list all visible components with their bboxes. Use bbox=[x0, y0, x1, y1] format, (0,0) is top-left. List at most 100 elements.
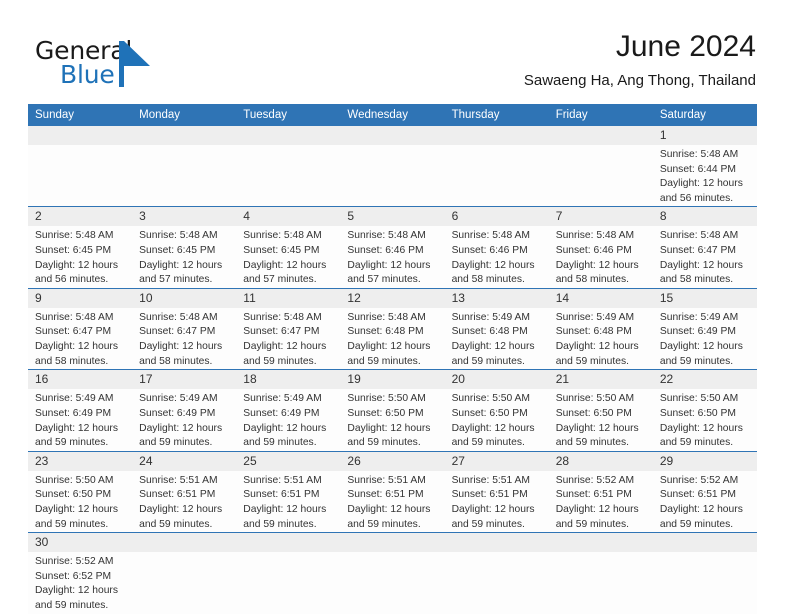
calendar-day-cell[interactable]: 27 Sunrise: 5:51 AM Sunset: 6:51 PM Dayligh… bbox=[444, 451, 549, 534]
day-number: 20 bbox=[444, 370, 549, 390]
calendar-day-cell[interactable]: 13 Sunrise: 5:49 AM Sunset: 6:48 PM Dayligh… bbox=[444, 288, 549, 371]
calendar-day-cell[interactable]: 12 Sunrise: 5:48 AM Sunset: 6:48 PM Dayligh… bbox=[340, 288, 445, 371]
sunset-text: Sunset: 6:46 PM bbox=[347, 245, 424, 257]
calendar-day-cell[interactable]: 6 Sunrise: 5:48 AM Sunset: 6:46 PM Daylight… bbox=[444, 206, 549, 289]
brand-logo[interactable]: General Blue bbox=[35, 38, 265, 94]
calendar-day-cell[interactable]: 26 Sunrise: 5:51 AM Sunset: 6:51 PM Dayligh… bbox=[340, 451, 445, 534]
calendar-day-cell[interactable]: 21 Sunrise: 5:50 AM Sunset: 6:50 PM Dayligh… bbox=[548, 369, 653, 452]
daylight-text-line1: Daylight: 12 hours bbox=[555, 341, 639, 353]
calendar-day-cell[interactable]: 14 Sunrise: 5:49 AM Sunset: 6:48 PM Dayligh… bbox=[548, 288, 653, 371]
calendar-day-cell[interactable]: 7 Sunrise: 5:48 AM Sunset: 6:46 PM Daylight… bbox=[548, 206, 653, 289]
calendar-day-cell[interactable]: 18 Sunrise: 5:49 AM Sunset: 6:49 PM Dayligh… bbox=[236, 369, 341, 452]
calendar-day-cell-empty bbox=[652, 532, 757, 614]
day-details: Sunrise: 5:52 AM Sunset: 6:51 PM Daylight:… bbox=[653, 471, 757, 532]
daylight-text-line1: Daylight: 12 hours bbox=[659, 341, 743, 353]
daylight-text-line2: and 59 minutes. bbox=[555, 518, 629, 530]
calendar-day-cell[interactable]: 15 Sunrise: 5:49 AM Sunset: 6:49 PM Dayligh… bbox=[652, 288, 757, 371]
calendar-day-cell[interactable]: 23 Sunrise: 5:50 AM Sunset: 6:50 PM Dayligh… bbox=[28, 451, 133, 534]
sunset-text: Sunset: 6:47 PM bbox=[659, 245, 736, 257]
daylight-text-line2: and 59 minutes. bbox=[139, 518, 213, 530]
day-details: Sunrise: 5:49 AM Sunset: 6:49 PM Daylight:… bbox=[132, 389, 236, 450]
daylight-text-line2: and 59 minutes. bbox=[451, 437, 525, 449]
sunrise-text: Sunrise: 5:49 AM bbox=[139, 393, 218, 405]
calendar-week-row: 30 Sunrise: 5:52 AM Sunset: 6:52 PM Dayligh… bbox=[28, 532, 757, 614]
sunset-text: Sunset: 6:51 PM bbox=[555, 489, 632, 501]
calendar-day-cell[interactable]: 4 Sunrise: 5:48 AM Sunset: 6:45 PM Daylight… bbox=[236, 206, 341, 289]
calendar-day-cell[interactable]: 5 Sunrise: 5:48 AM Sunset: 6:46 PM Daylight… bbox=[340, 206, 445, 289]
day-number bbox=[548, 126, 653, 145]
day-number: 2 bbox=[28, 207, 133, 227]
day-details: Sunrise: 5:51 AM Sunset: 6:51 PM Daylight:… bbox=[340, 471, 444, 532]
daylight-text-line2: and 56 minutes. bbox=[659, 192, 734, 204]
day-number: 3 bbox=[132, 207, 237, 227]
day-number: 21 bbox=[548, 370, 653, 390]
daylight-text-line1: Daylight: 12 hours bbox=[35, 503, 118, 515]
calendar-day-cell[interactable]: 17 Sunrise: 5:49 AM Sunset: 6:49 PM Dayligh… bbox=[132, 369, 237, 452]
daylight-text-line1: Daylight: 12 hours bbox=[659, 178, 743, 190]
weekday-header-tuesday: Tuesday bbox=[236, 104, 341, 126]
calendar-day-cell-empty bbox=[340, 532, 445, 614]
calendar-page: General Blue June 2024 Sawaeng Ha, Ang T… bbox=[0, 0, 792, 614]
sunset-text: Sunset: 6:46 PM bbox=[555, 245, 632, 257]
sunset-text: Sunset: 6:48 PM bbox=[347, 326, 424, 338]
calendar-day-cell[interactable]: 19 Sunrise: 5:50 AM Sunset: 6:50 PM Dayligh… bbox=[340, 369, 445, 452]
calendar-day-cell[interactable]: 28 Sunrise: 5:52 AM Sunset: 6:51 PM Dayligh… bbox=[548, 451, 653, 534]
day-number: 15 bbox=[652, 288, 757, 308]
calendar-day-cell[interactable]: 25 Sunrise: 5:51 AM Sunset: 6:51 PM Dayligh… bbox=[236, 451, 341, 534]
sunrise-text: Sunrise: 5:51 AM bbox=[139, 474, 218, 486]
day-number bbox=[340, 533, 445, 553]
day-details: Sunrise: 5:51 AM Sunset: 6:51 PM Daylight:… bbox=[445, 471, 549, 532]
day-number bbox=[28, 126, 133, 145]
calendar-day-cell[interactable]: 10 Sunrise: 5:48 AM Sunset: 6:47 PM Dayligh… bbox=[132, 288, 237, 371]
calendar-day-cell[interactable]: 30 Sunrise: 5:52 AM Sunset: 6:52 PM Dayligh… bbox=[28, 532, 133, 614]
calendar-day-cell[interactable]: 3 Sunrise: 5:48 AM Sunset: 6:45 PM Daylight… bbox=[132, 206, 237, 289]
calendar-day-cell-empty bbox=[548, 532, 653, 614]
calendar-week-row: 2 Sunrise: 5:48 AM Sunset: 6:45 PM Daylight… bbox=[28, 206, 757, 289]
calendar-day-cell[interactable]: 22 Sunrise: 5:50 AM Sunset: 6:50 PM Dayligh… bbox=[652, 369, 757, 452]
weekday-header-sunday: Sunday bbox=[28, 104, 133, 126]
calendar-day-cell[interactable]: 2 Sunrise: 5:48 AM Sunset: 6:45 PM Daylight… bbox=[28, 206, 133, 289]
day-number: 1 bbox=[652, 126, 757, 145]
sunset-text: Sunset: 6:45 PM bbox=[35, 245, 112, 257]
calendar-day-cell[interactable]: 24 Sunrise: 5:51 AM Sunset: 6:51 PM Dayligh… bbox=[132, 451, 237, 534]
daylight-text-line1: Daylight: 12 hours bbox=[451, 259, 535, 271]
page-title: June 2024 bbox=[615, 30, 756, 63]
calendar-body: 1 Sunrise: 5:48 AM Sunset: 6:44 PM Daylight… bbox=[28, 126, 757, 614]
calendar-day-cell[interactable]: 1 Sunrise: 5:48 AM Sunset: 6:44 PM Daylight… bbox=[652, 126, 757, 208]
calendar-day-cell[interactable]: 16 Sunrise: 5:49 AM Sunset: 6:49 PM Dayligh… bbox=[28, 369, 133, 452]
day-number bbox=[444, 126, 549, 145]
weekday-header-monday: Monday bbox=[132, 104, 237, 126]
sunrise-text: Sunrise: 5:48 AM bbox=[555, 230, 635, 242]
daylight-text-line2: and 58 minutes. bbox=[451, 274, 525, 286]
daylight-text-line2: and 57 minutes. bbox=[139, 274, 213, 286]
sunrise-text: Sunrise: 5:49 AM bbox=[451, 311, 530, 323]
day-number: 30 bbox=[28, 533, 133, 553]
sunrise-text: Sunrise: 5:50 AM bbox=[347, 393, 426, 405]
calendar-day-cell-empty bbox=[236, 532, 341, 614]
day-number: 7 bbox=[548, 207, 653, 227]
calendar-day-cell[interactable]: 9 Sunrise: 5:48 AM Sunset: 6:47 PM Daylight… bbox=[28, 288, 133, 371]
daylight-text-line2: and 59 minutes. bbox=[35, 518, 109, 530]
daylight-text-line1: Daylight: 12 hours bbox=[139, 341, 223, 353]
daylight-text-line2: and 59 minutes. bbox=[659, 518, 734, 530]
calendar-day-cell[interactable]: 20 Sunrise: 5:50 AM Sunset: 6:50 PM Dayligh… bbox=[444, 369, 549, 452]
calendar-day-cell[interactable]: 8 Sunrise: 5:48 AM Sunset: 6:47 PM Daylight… bbox=[652, 206, 757, 289]
calendar-day-cell-empty bbox=[132, 532, 237, 614]
day-number: 22 bbox=[652, 370, 757, 390]
calendar-day-cell[interactable]: 11 Sunrise: 5:48 AM Sunset: 6:47 PM Dayligh… bbox=[236, 288, 341, 371]
logo-triangle-shape bbox=[124, 41, 150, 66]
sunset-text: Sunset: 6:50 PM bbox=[451, 407, 528, 419]
day-number: 18 bbox=[236, 370, 341, 390]
sunrise-text: Sunrise: 5:48 AM bbox=[659, 149, 739, 160]
sunset-text: Sunset: 6:47 PM bbox=[139, 326, 216, 338]
daylight-text-line2: and 57 minutes. bbox=[347, 274, 421, 286]
weekday-header-friday: Friday bbox=[548, 104, 653, 126]
daylight-text-line2: and 59 minutes. bbox=[243, 355, 317, 367]
day-number: 27 bbox=[444, 451, 549, 471]
day-details: Sunrise: 5:49 AM Sunset: 6:48 PM Daylight:… bbox=[549, 308, 653, 369]
calendar-week-row: 16 Sunrise: 5:49 AM Sunset: 6:49 PM Dayligh… bbox=[28, 369, 757, 452]
calendar-week-row: 9 Sunrise: 5:48 AM Sunset: 6:47 PM Daylight… bbox=[28, 288, 757, 371]
calendar-day-cell-empty bbox=[28, 126, 133, 208]
sunset-text: Sunset: 6:51 PM bbox=[139, 489, 216, 501]
calendar-day-cell[interactable]: 29 Sunrise: 5:52 AM Sunset: 6:51 PM Dayligh… bbox=[652, 451, 757, 534]
